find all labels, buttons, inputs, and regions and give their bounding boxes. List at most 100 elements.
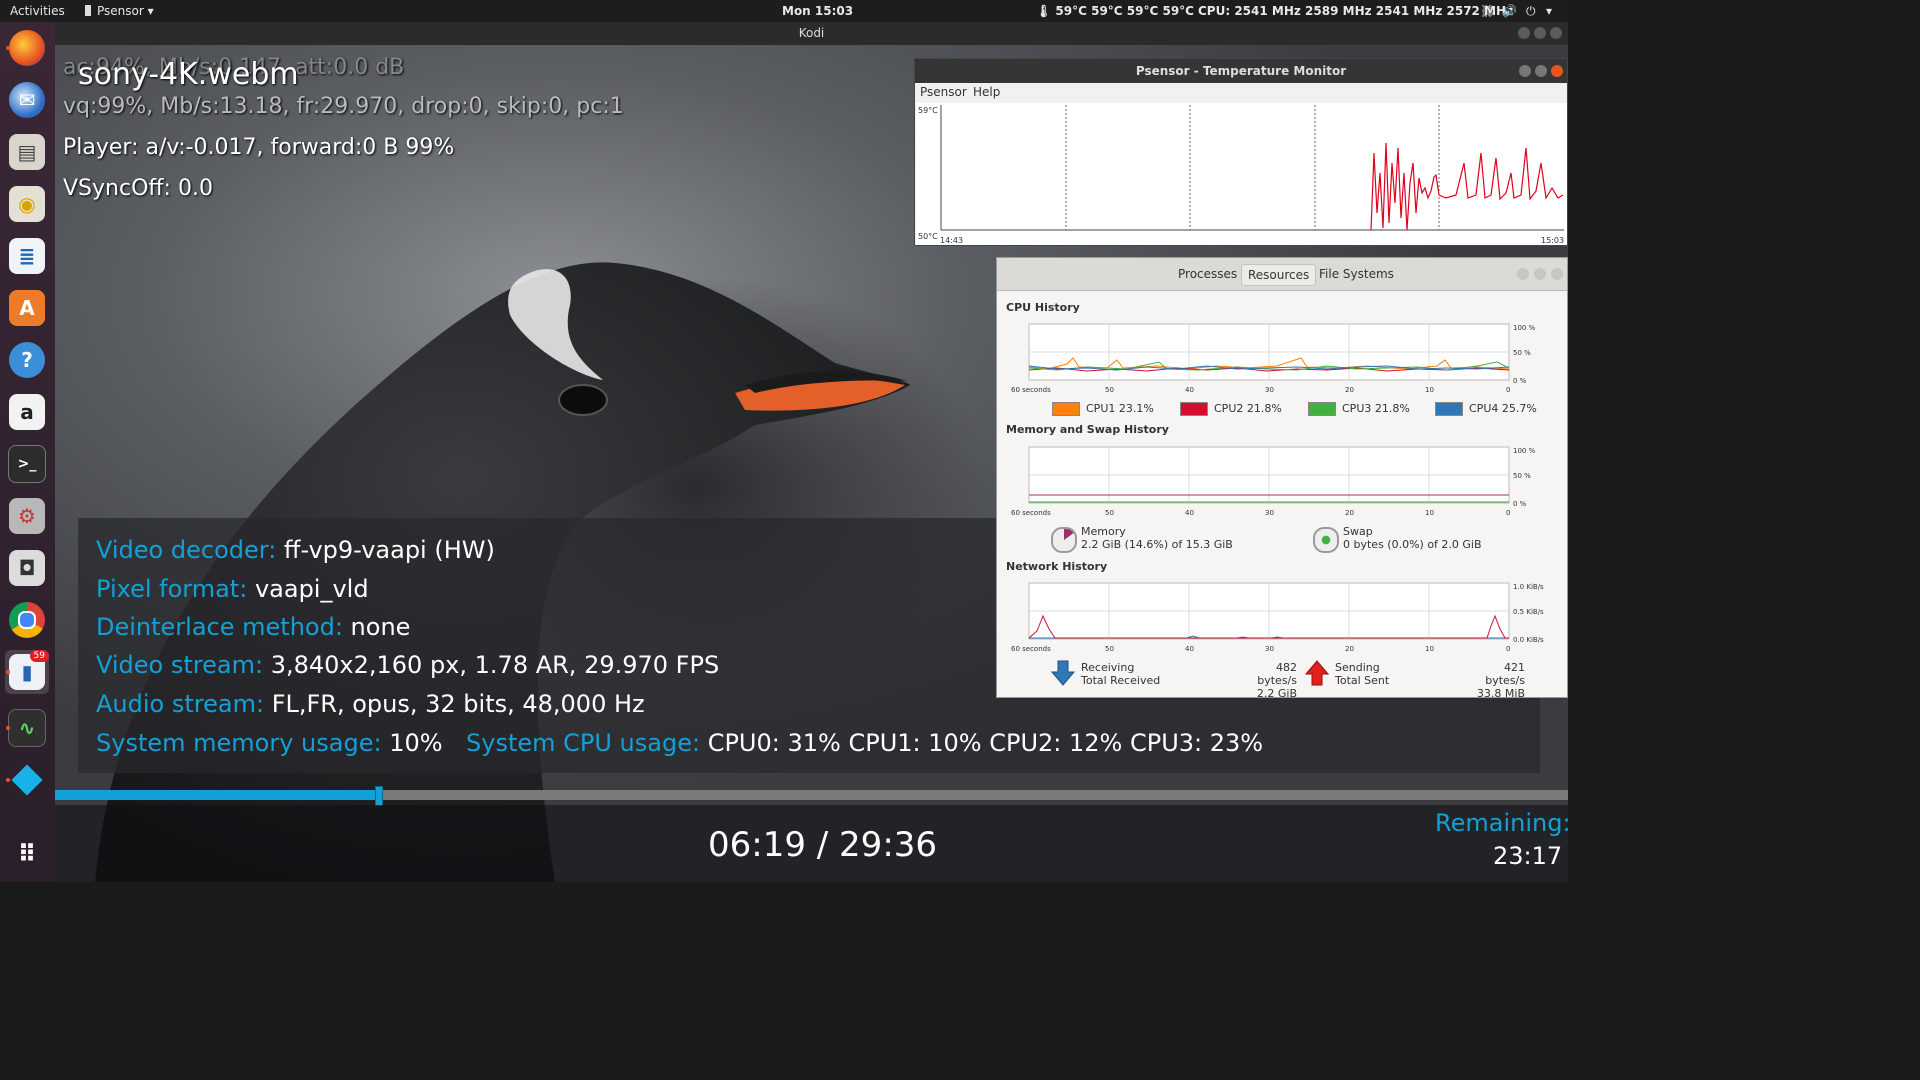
maximize-button[interactable] [1535, 65, 1547, 77]
seek-handle[interactable] [375, 786, 383, 806]
svg-text:20: 20 [1345, 386, 1354, 394]
clock[interactable]: Mon 15:03 [782, 4, 853, 18]
activities-button[interactable]: Activities [10, 4, 65, 18]
svg-text:100 %: 100 % [1513, 447, 1536, 455]
software-center-icon: A [9, 290, 45, 326]
firefox-icon [9, 30, 45, 66]
terminal-icon: >_ [8, 445, 46, 483]
network-history-graph: 1.0 KiB/s 0.5 KiB/s 0.0 KiB/s 60 seconds… [1011, 582, 1544, 653]
svg-text:50: 50 [1105, 386, 1114, 394]
svg-text:100 %: 100 % [1513, 324, 1536, 332]
window-title: Kodi [798, 26, 825, 40]
system-monitor-icon: ∿ [8, 709, 46, 747]
minimize-button[interactable] [1519, 65, 1531, 77]
menu-help[interactable]: Help [973, 85, 1000, 99]
cpu4-legend[interactable]: CPU4 25.7% [1435, 402, 1537, 416]
svg-text:20: 20 [1345, 645, 1354, 653]
svg-text:0: 0 [1506, 386, 1510, 394]
tab-processes[interactable]: Processes [1172, 264, 1243, 284]
close-button[interactable] [1551, 268, 1563, 280]
memory-history-title: Memory and Swap History [1006, 423, 1169, 436]
maximize-button[interactable] [1534, 27, 1546, 39]
show-applications-button[interactable]: ⠿ [5, 832, 49, 876]
svg-text:40: 40 [1185, 386, 1194, 394]
swap-info: Swap 0 bytes (0.0%) of 2.0 GiB [1343, 525, 1482, 551]
memory-history-graph: 100 % 50 % 0 % 60 seconds 50 40 30 20 10 0 [1011, 446, 1536, 517]
network-history-title: Network History [1006, 560, 1108, 573]
temperature-indicator[interactable]: 🌡 59°C 59°C 59°C 59°C [1036, 4, 1194, 18]
sending-arrow-icon[interactable] [1305, 660, 1329, 686]
x-start-label: 14:43 [940, 236, 963, 245]
running-indicator [6, 46, 10, 50]
svg-text:50: 50 [1105, 509, 1114, 517]
dock-firefox[interactable] [5, 26, 49, 70]
libreoffice-writer-icon: ≣ [9, 238, 45, 274]
svg-text:50 %: 50 % [1513, 349, 1531, 357]
svg-text:50 %: 50 % [1513, 472, 1531, 480]
running-indicator [6, 778, 10, 782]
receiving-arrow-icon[interactable] [1051, 660, 1075, 686]
power-icon[interactable]: ⏻ [1526, 4, 1536, 19]
close-button[interactable] [1550, 27, 1562, 39]
sending-values: 421 bytes/s 33.8 MiB [1476, 661, 1525, 700]
tab-file-systems[interactable]: File Systems [1313, 264, 1400, 284]
svg-text:10: 10 [1425, 509, 1434, 517]
cpu-history-graph: 100 % 50 % 0 % 60 seconds 50 40 30 20 10 0 [1011, 323, 1536, 394]
svg-text:40: 40 [1185, 645, 1194, 653]
player-stats: Player: a/v:-0.017, forward:0 B 99% [63, 135, 455, 160]
rhythmbox-icon: ◉ [9, 186, 45, 222]
cpu-history-title: CPU History [1006, 301, 1080, 314]
svg-text:50: 50 [1105, 645, 1114, 653]
svg-text:30: 30 [1265, 386, 1274, 394]
y-max-label: 59°C [918, 106, 938, 115]
swap-pie-icon[interactable] [1313, 527, 1339, 553]
cpu1-legend[interactable]: CPU1 23.1% [1052, 402, 1154, 416]
color-swatch [1435, 402, 1463, 416]
dock-files[interactable]: ▤ [5, 130, 49, 174]
minimize-button[interactable] [1517, 268, 1529, 280]
system-monitor-headerbar: Processes Resources File Systems [997, 258, 1567, 291]
dock-settings[interactable]: ⚙ [5, 494, 49, 538]
menu-psensor[interactable]: Psensor [920, 85, 967, 99]
network-icon[interactable]: ⛓ [1480, 4, 1495, 18]
maximize-button[interactable] [1534, 268, 1546, 280]
chevron-down-icon[interactable]: ▾ [1546, 4, 1552, 18]
minimize-button[interactable] [1518, 27, 1530, 39]
temperature-graph: 59°C 50°C 14:43 15:03 [916, 103, 1567, 245]
app-grid-icon: ⠿ [17, 840, 37, 868]
file-name: sony-4K.webm [78, 57, 299, 92]
y-min-label: 50°C [918, 232, 938, 241]
cpu3-legend[interactable]: CPU3 21.8% [1308, 402, 1410, 416]
dock-help[interactable]: ? [5, 338, 49, 382]
kodi-titlebar: Kodi [55, 22, 1568, 45]
dock-software[interactable]: A [5, 286, 49, 330]
dock-system-monitor[interactable]: ∿ [5, 706, 49, 750]
tab-resources[interactable]: Resources [1241, 264, 1317, 286]
close-button[interactable] [1551, 65, 1563, 77]
dock-rhythmbox[interactable]: ◉ [5, 182, 49, 226]
volume-icon[interactable]: 🔊 [1502, 4, 1517, 18]
dock-screenshot[interactable]: ◘ [5, 546, 49, 590]
dock: ✉ ▤ ◉ ≣ A ? a >_ ⚙ ◘ ▮ 59 ∿ ⠿ [0, 22, 55, 882]
svg-text:30: 30 [1265, 509, 1274, 517]
dock-thunderbird[interactable]: ✉ [5, 78, 49, 122]
cpu-frequency-indicator[interactable]: CPU: 2541 MHz 2589 MHz 2541 MHz 2572 MHz [1198, 4, 1513, 18]
svg-text:40: 40 [1185, 509, 1194, 517]
app-menu-psensor[interactable]: Psensor ▾ [85, 4, 154, 18]
dock-amazon[interactable]: a [5, 390, 49, 434]
dock-writer[interactable]: ≣ [5, 234, 49, 278]
svg-text:0: 0 [1506, 645, 1510, 653]
dock-chrome[interactable] [5, 598, 49, 642]
running-indicator [6, 670, 10, 674]
kodi-icon [9, 762, 45, 798]
sending-labels: Sending Total Sent [1335, 661, 1390, 687]
svg-text:60 seconds: 60 seconds [1011, 386, 1051, 394]
memory-pie-icon[interactable] [1051, 527, 1077, 553]
psensor-small-icon [85, 5, 91, 16]
pixel-format-row: Pixel format: vaapi_vld [96, 575, 369, 603]
dock-kodi[interactable] [5, 758, 49, 802]
cpu2-legend[interactable]: CPU2 21.8% [1180, 402, 1282, 416]
dock-psensor[interactable]: ▮ 59 [5, 650, 49, 694]
dock-terminal[interactable]: >_ [5, 442, 49, 486]
svg-text:0 %: 0 % [1513, 500, 1527, 508]
